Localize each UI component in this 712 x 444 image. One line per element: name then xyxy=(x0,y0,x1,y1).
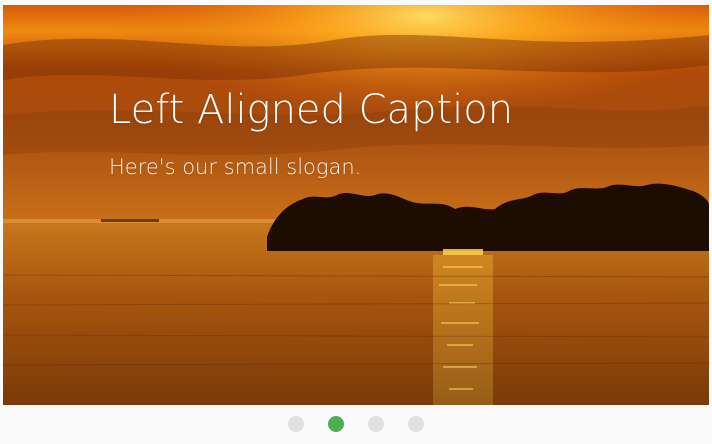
sunset-lake-image xyxy=(3,5,709,405)
slide-indicator-2[interactable] xyxy=(328,416,344,432)
slide-sunset: Left Aligned Caption Here's our small sl… xyxy=(3,5,709,405)
caption-slogan: Here's our small slogan. xyxy=(109,155,362,179)
slide-indicators xyxy=(0,414,712,444)
slide-indicator-3[interactable] xyxy=(368,416,384,432)
slide-indicator-1[interactable] xyxy=(288,416,304,432)
image-slider: Left Aligned Caption Here's our small sl… xyxy=(0,0,712,444)
slide-indicator-4[interactable] xyxy=(408,416,424,432)
caption-title: Left Aligned Caption xyxy=(109,87,514,133)
slide-caption: Left Aligned Caption Here's our small sl… xyxy=(109,83,513,181)
